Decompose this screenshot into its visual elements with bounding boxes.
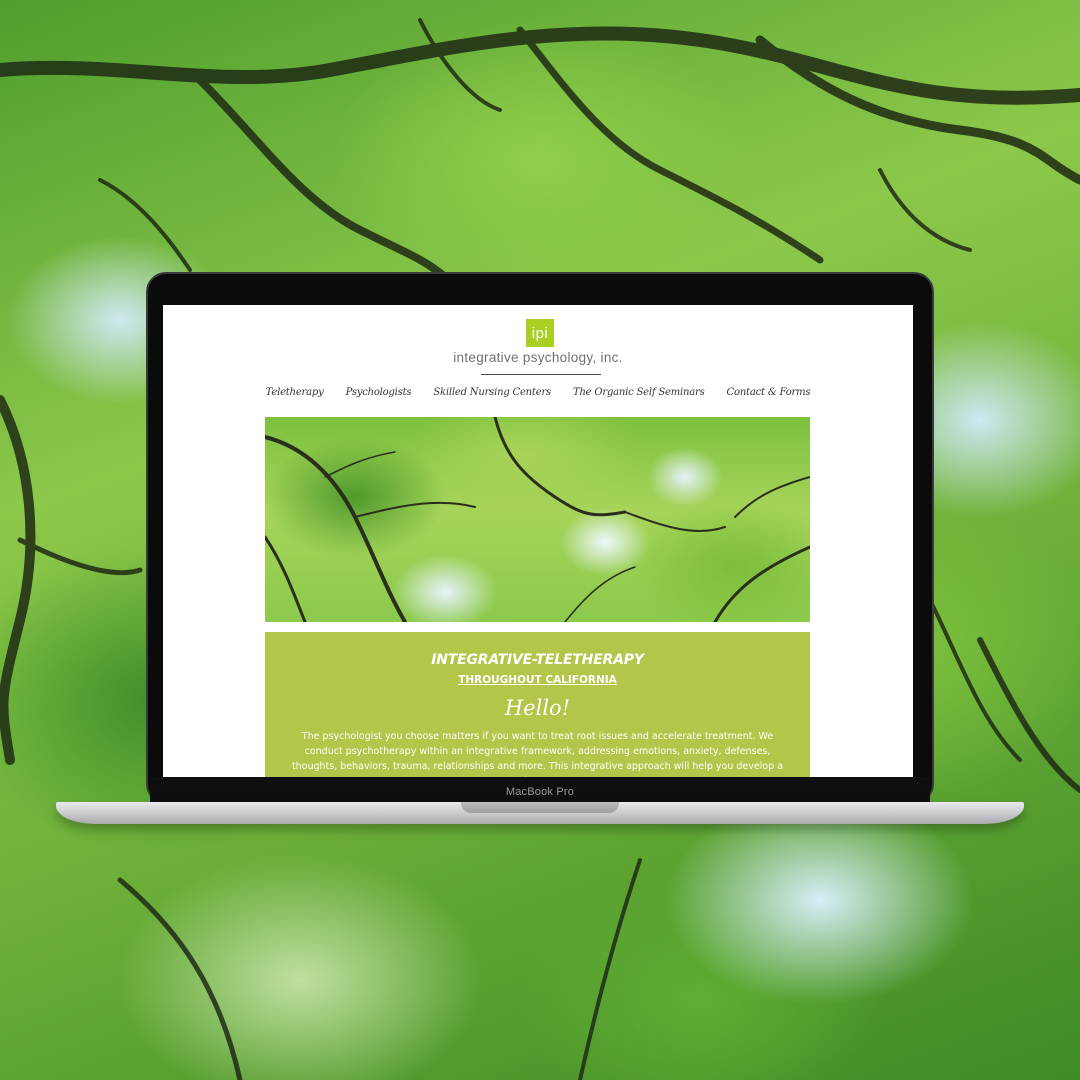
main-nav: Teletherapy Psychologists Skilled Nursin… — [163, 387, 913, 405]
nav-item-teletherapy[interactable]: Teletherapy — [266, 387, 324, 405]
hero-image — [265, 417, 810, 622]
laptop-notch — [461, 802, 619, 813]
panel-title: INTEGRATIVE-TELETHERAPY — [431, 652, 644, 668]
laptop-screen: ipi integrative psychology, inc. Telethe… — [163, 305, 913, 777]
nav-item-organic-self-seminars[interactable]: The Organic Self Seminars — [573, 387, 705, 405]
nav-item-contact-forms[interactable]: Contact & Forms — [727, 387, 811, 405]
hero-branches — [265, 417, 810, 622]
logo-wordmark[interactable]: integrative psychology, inc. — [163, 350, 913, 365]
intro-panel: INTEGRATIVE-TELETHERAPY THROUGHOUT CALIF… — [265, 632, 810, 777]
device-model-label: MacBook Pro — [505, 786, 575, 798]
panel-subtitle-link[interactable]: THROUGHOUT CALIFORNIA — [458, 674, 617, 686]
logo-badge[interactable]: ipi — [526, 319, 554, 347]
nav-item-psychologists[interactable]: Psychologists — [346, 387, 412, 405]
logo-divider — [481, 374, 601, 375]
panel-subtitle: THROUGHOUT CALIFORNIA — [265, 674, 810, 686]
greeting: Hello! — [504, 696, 571, 720]
nav-item-skilled-nursing-centers[interactable]: Skilled Nursing Centers — [433, 387, 551, 405]
intro-paragraph: The psychologist you choose matters if y… — [291, 731, 784, 777]
